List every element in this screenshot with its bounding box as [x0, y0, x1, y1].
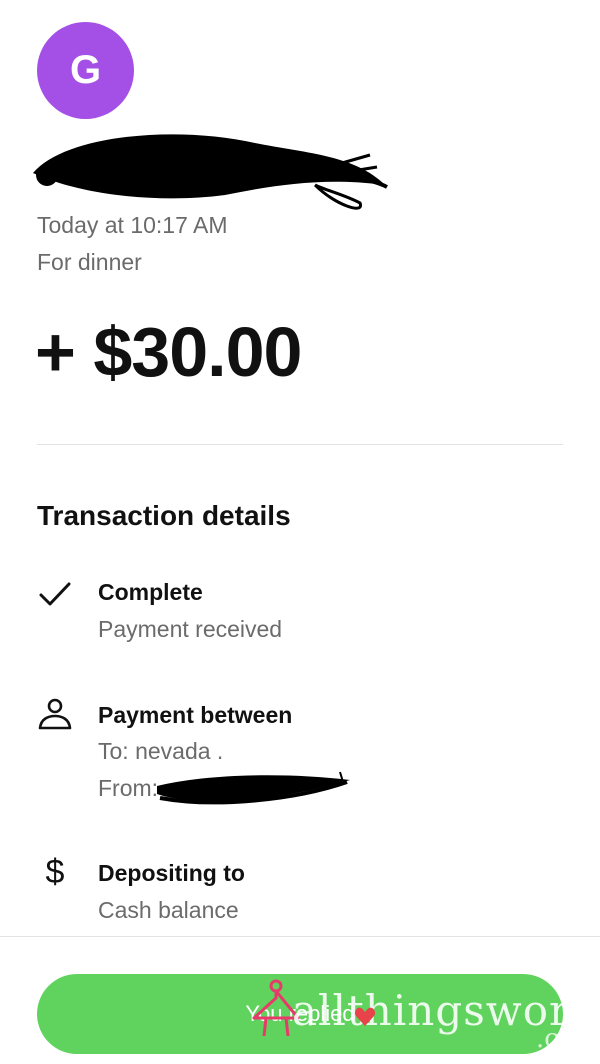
divider: [37, 444, 563, 445]
status-title: Complete: [98, 579, 203, 605]
divider: [0, 936, 600, 937]
transaction-note: For dinner: [37, 249, 142, 275]
payment-between-title: Payment between: [98, 702, 293, 728]
avatar-initial: G: [69, 48, 102, 92]
status-subtitle: Payment received: [98, 616, 283, 642]
section-title: Transaction details: [37, 500, 291, 531]
svg-text:$: $: [46, 853, 65, 889]
person-icon: [38, 698, 72, 730]
redacted-name-scribble: [33, 134, 388, 210]
dollar-icon: $: [46, 853, 65, 889]
redacted-sender-scribble: [157, 771, 350, 805]
avatar: G: [37, 22, 134, 119]
payment-to: To: nevada .: [98, 738, 224, 764]
replied-button[interactable]: You replied: [37, 974, 563, 1054]
deposit-account: Cash balance: [98, 897, 239, 923]
payment-from: From:: [98, 775, 159, 801]
transaction-amount: + $30.00: [35, 313, 302, 391]
replied-button-label: You replied: [245, 1001, 355, 1026]
transaction-time: Today at 10:17 AM: [37, 212, 228, 238]
deposit-title: Depositing to: [98, 860, 245, 886]
checkmark-icon: [39, 582, 71, 606]
